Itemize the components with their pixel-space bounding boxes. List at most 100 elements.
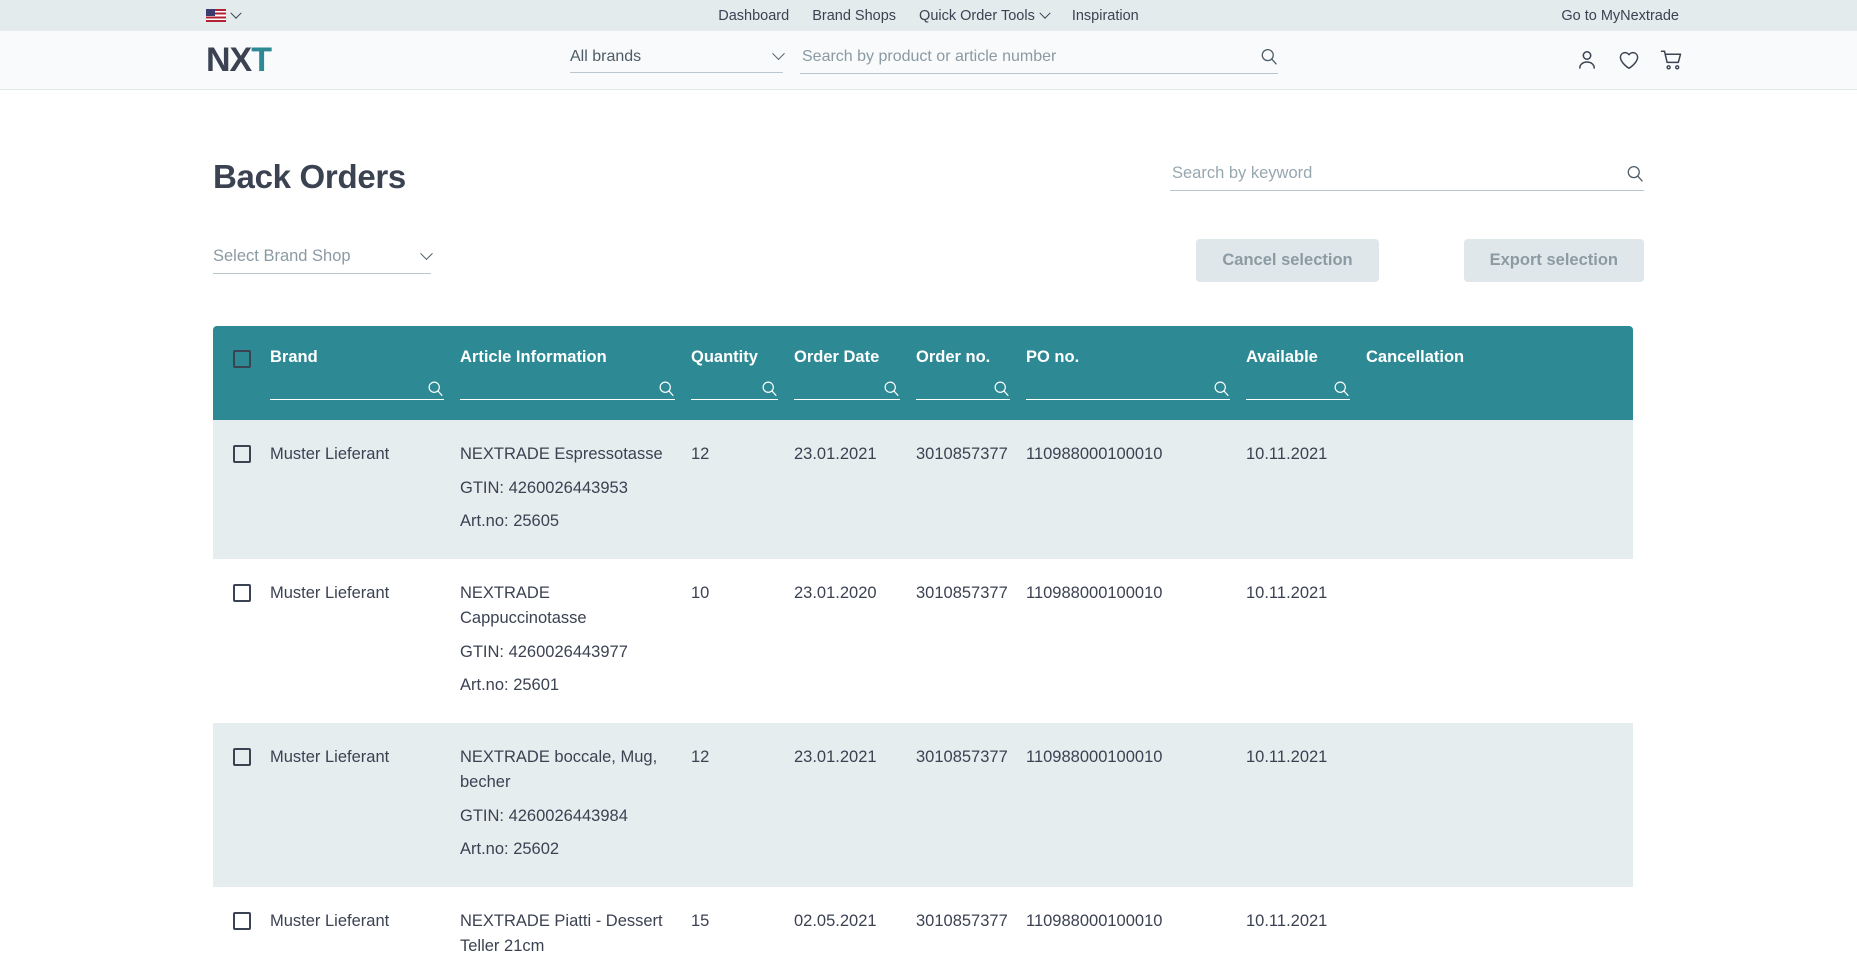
column-label: Brand: [270, 348, 318, 366]
search-icon[interactable]: [427, 380, 444, 397]
site-header: NXT All brands: [0, 31, 1857, 90]
table-row[interactable]: Muster Lieferant NEXTRADE boccale, Mug, …: [213, 723, 1633, 888]
export-selection-button[interactable]: Export selection: [1463, 239, 1644, 282]
chevron-down-icon: [1039, 7, 1051, 19]
cell-brand: Muster Lieferant: [270, 445, 390, 463]
row-select-cell: [213, 442, 270, 463]
article-artno: Art.no: 25602: [460, 839, 560, 858]
article-gtin: GTIN: 4260026443953: [460, 478, 628, 497]
table-header-row: Brand Article Information Quantity Order…: [213, 326, 1633, 420]
page-content: Back Orders Select Brand Shop Cancel sel…: [0, 90, 1857, 970]
user-icon[interactable]: [1575, 48, 1599, 72]
column-available: Available: [1246, 348, 1366, 400]
back-orders-table: Brand Article Information Quantity Order…: [213, 326, 1633, 970]
logo-text-dark: NX: [206, 41, 252, 79]
column-cancellation: Cancellation: [1366, 348, 1636, 400]
filter-article-information[interactable]: [460, 380, 675, 400]
chevron-down-icon: [772, 47, 785, 61]
search-icon[interactable]: [658, 380, 675, 397]
column-label: Quantity: [691, 348, 758, 366]
column-article-information: Article Information: [460, 348, 691, 400]
filter-available[interactable]: [1246, 380, 1350, 400]
article-artno: Art.no: 25601: [460, 675, 560, 694]
nav-label: Quick Order Tools: [919, 7, 1035, 24]
brand-filter-value: All brands: [570, 47, 642, 65]
nav-label: Brand Shops: [812, 7, 897, 24]
utility-bar: Dashboard Brand Shops Quick Order Tools …: [0, 0, 1857, 31]
cell-po-no: 110988000100010: [1026, 584, 1163, 603]
nav-item-brand-shops[interactable]: Brand Shops: [812, 8, 896, 24]
table-row[interactable]: Muster Lieferant NEXTRADE Cappuccinotass…: [213, 559, 1633, 723]
row-select-cell: [213, 909, 270, 931]
row-select-cell: [213, 745, 270, 767]
row-checkbox[interactable]: [232, 445, 251, 463]
chevron-down-icon: [420, 247, 433, 261]
cell-order-no: 3010857377: [916, 584, 1008, 603]
heart-icon[interactable]: [1617, 48, 1641, 72]
nav-item-dashboard[interactable]: Dashboard: [718, 8, 789, 24]
search-icon[interactable]: [1260, 47, 1278, 66]
row-checkbox[interactable]: [232, 912, 251, 931]
select-all-cell: [213, 348, 270, 400]
column-order-no: Order no.: [916, 348, 1026, 400]
cell-article-information: NEXTRADE Espressotasse GTIN: 42600264439…: [460, 442, 691, 533]
nav-label: Inspiration: [1071, 7, 1139, 24]
cell-order-date: 23.01.2021: [794, 445, 877, 463]
article-name: NEXTRADE Piatti - Dessert Teller 21cm: [460, 912, 663, 955]
cell-quantity: 12: [691, 748, 710, 767]
nxt-logo[interactable]: NXT: [206, 41, 272, 79]
row-select-cell: [213, 581, 270, 603]
cell-order-no: 3010857377: [916, 748, 1008, 767]
column-label: Article Information: [460, 348, 607, 366]
filter-quantity[interactable]: [691, 380, 778, 400]
brand-shop-dropdown[interactable]: Select Brand Shop: [213, 247, 433, 274]
cell-brand: Muster Lieferant: [270, 912, 390, 931]
article-name: NEXTRADE boccale, Mug, becher: [460, 748, 658, 791]
cell-article-information: NEXTRADE Piatti - Dessert Teller 21cm GT…: [460, 909, 691, 970]
search-icon[interactable]: [883, 380, 900, 397]
cell-available: 10.11.2021: [1246, 912, 1328, 931]
cell-order-date: 23.01.2020: [794, 584, 877, 603]
keyword-search-input[interactable]: [1170, 163, 1626, 184]
cell-brand: Muster Lieferant: [270, 584, 390, 603]
keyword-search-field[interactable]: [1170, 163, 1644, 191]
cart-icon[interactable]: [1659, 48, 1684, 72]
cell-available: 10.11.2021: [1246, 748, 1328, 767]
header-icon-group: [1575, 48, 1684, 72]
select-all-checkbox[interactable]: [232, 350, 251, 368]
article-gtin: GTIN: 4260026443977: [460, 642, 628, 661]
brand-filter-dropdown[interactable]: All brands: [570, 47, 785, 73]
column-label: Order no.: [916, 348, 991, 366]
brand-shop-value: Select Brand Shop: [213, 247, 351, 265]
filter-order-no[interactable]: [916, 380, 1010, 400]
product-search-input[interactable]: [800, 46, 1260, 67]
search-icon[interactable]: [993, 380, 1010, 397]
column-label: Cancellation: [1366, 348, 1465, 366]
page-title: Back Orders: [213, 158, 406, 195]
search-icon[interactable]: [1213, 380, 1230, 397]
row-checkbox[interactable]: [232, 748, 251, 767]
nav-item-inspiration[interactable]: Inspiration: [1072, 8, 1139, 24]
cell-quantity: 12: [691, 445, 710, 463]
column-brand: Brand: [270, 348, 460, 400]
cell-po-no: 110988000100010: [1026, 912, 1163, 931]
filter-po-no[interactable]: [1026, 380, 1230, 400]
nav-item-quick-order-tools[interactable]: Quick Order Tools: [919, 7, 1051, 24]
cell-article-information: NEXTRADE Cappuccinotasse GTIN: 426002644…: [460, 581, 691, 697]
nav-label: Dashboard: [718, 7, 790, 24]
search-icon[interactable]: [761, 380, 778, 397]
product-search-field[interactable]: [800, 46, 1278, 74]
go-to-mynextrade-link[interactable]: Go to MyNextrade: [1561, 8, 1679, 24]
cancel-selection-button[interactable]: Cancel selection: [1196, 239, 1379, 282]
filter-order-date[interactable]: [794, 380, 900, 400]
table-row[interactable]: Muster Lieferant NEXTRADE Espressotasse …: [213, 420, 1633, 560]
row-checkbox[interactable]: [232, 584, 251, 603]
title-row: Back Orders: [213, 90, 1644, 196]
search-icon[interactable]: [1626, 164, 1644, 183]
cell-quantity: 10: [691, 584, 710, 603]
table-row[interactable]: Muster Lieferant NEXTRADE Piatti - Desse…: [213, 887, 1633, 970]
filter-brand[interactable]: [270, 380, 444, 400]
article-artno: Art.no: 25605: [460, 511, 560, 530]
article-name: NEXTRADE Espressotasse: [460, 445, 663, 463]
search-icon[interactable]: [1333, 380, 1350, 397]
